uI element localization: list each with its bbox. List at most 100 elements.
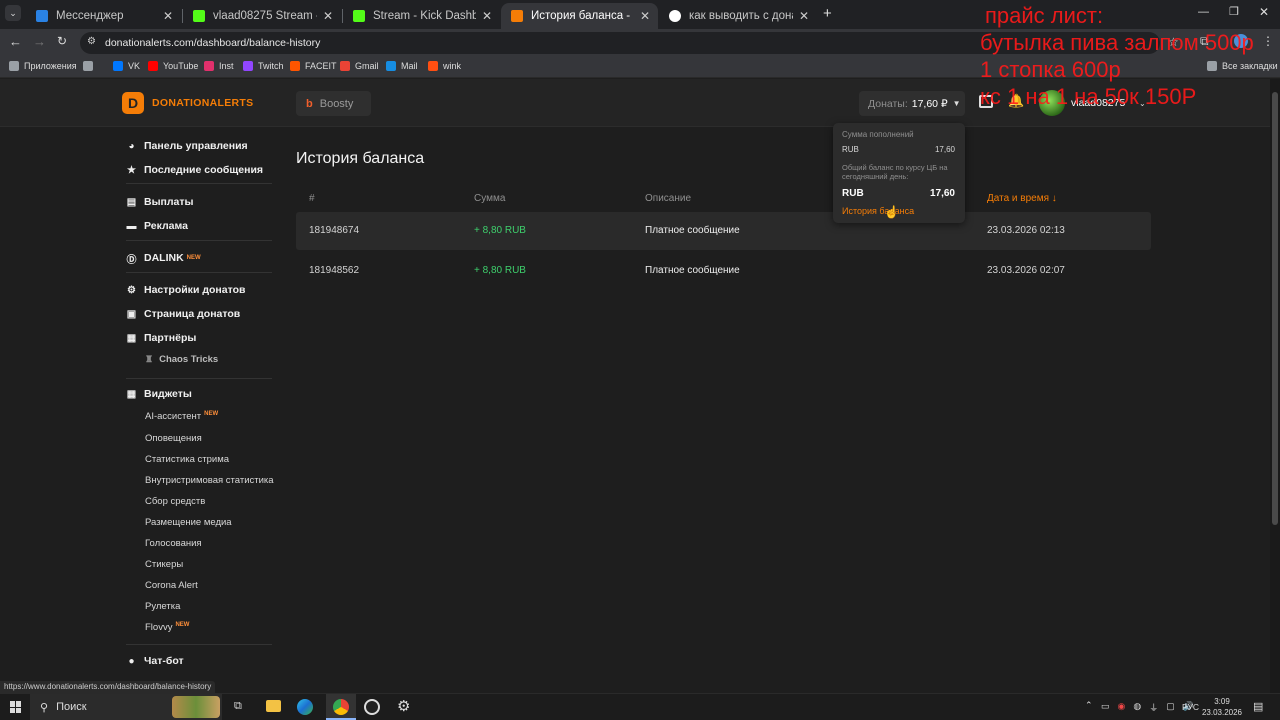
bookmark-twitch[interactable]: Twitch bbox=[243, 61, 284, 71]
clock-date: 23.03.2026 bbox=[1201, 708, 1243, 717]
boosty-icon: b bbox=[306, 97, 313, 110]
bookmark-instagram[interactable]: Inst bbox=[204, 61, 234, 71]
tab-search-button[interactable]: ⌄ bbox=[5, 5, 21, 21]
balance-popup: Сумма пополнений RUB 17,60 Общий баланс … bbox=[833, 123, 965, 223]
reload-button[interactable]: ↻ bbox=[57, 34, 67, 48]
usb-tray-icon[interactable]: ⏚ bbox=[1149, 701, 1158, 714]
donationalerts-logo-icon: D bbox=[122, 92, 144, 114]
close-icon[interactable]: ✕ bbox=[482, 9, 492, 23]
sidebar-item-ads[interactable]: ▬ Реклама bbox=[126, 220, 188, 232]
new-tab-button[interactable]: + bbox=[823, 5, 832, 22]
partners-icon: ▦ bbox=[126, 332, 137, 344]
bookmark-wink[interactable]: wink bbox=[428, 61, 461, 71]
overlay-line: 1 стопка 600р bbox=[980, 57, 1121, 82]
mail-icon bbox=[386, 61, 396, 71]
chrome-icon[interactable] bbox=[326, 694, 356, 720]
sidebar-item-donation-page[interactable]: ▣ Страница донатов bbox=[126, 308, 240, 320]
sidebar-item-messages[interactable]: ★ Последние сообщения bbox=[126, 164, 263, 176]
boosty-button[interactable]: b Boosty bbox=[296, 91, 371, 116]
bookmark-gmail[interactable]: Gmail bbox=[340, 61, 379, 71]
sidebar-item-partners[interactable]: ▦ Партнёры bbox=[126, 332, 197, 344]
donationalerts-icon bbox=[511, 10, 523, 22]
youtube-icon bbox=[148, 61, 158, 71]
total-value: 17,60 bbox=[929, 188, 955, 199]
widget-stickers[interactable]: Стикеры bbox=[145, 559, 183, 570]
tab-kick-dashboard[interactable]: Stream - Kick Dashboard ✕ bbox=[343, 3, 500, 29]
close-icon[interactable]: ✕ bbox=[799, 9, 809, 23]
donations-label: Донаты: bbox=[868, 97, 908, 110]
tab-messenger[interactable]: Мессенджер ✕ bbox=[26, 3, 181, 29]
page-icon: ▣ bbox=[126, 308, 137, 320]
url-text[interactable]: donationalerts.com/dashboard/balance-his… bbox=[105, 37, 320, 49]
windows-start-icon[interactable] bbox=[10, 701, 22, 713]
balance-history-link[interactable]: История баланса bbox=[842, 206, 914, 216]
tab-title: История баланса - DonationAlerts bbox=[531, 10, 634, 22]
edge-icon[interactable] bbox=[297, 699, 313, 715]
close-icon[interactable]: ✕ bbox=[163, 9, 173, 23]
widget-fundraising[interactable]: Сбор средств bbox=[145, 496, 205, 507]
taskbar-search[interactable]: ⚲ Поиск bbox=[30, 694, 222, 720]
faceit-icon bbox=[290, 61, 300, 71]
scroll-thumb[interactable] bbox=[1272, 92, 1278, 525]
widget-corona-alert[interactable]: Corona Alert bbox=[145, 580, 198, 591]
bookmark-vk[interactable]: VK bbox=[113, 61, 140, 71]
sidebar-item-widgets[interactable]: ▦ Виджеты bbox=[126, 388, 192, 400]
donations-balance-button[interactable]: Донаты: 17,60 ₽ ▼ bbox=[859, 91, 965, 116]
sidebar-item-chatbot[interactable]: ● Чат-бот bbox=[126, 655, 183, 667]
close-icon[interactable]: ✕ bbox=[323, 9, 333, 23]
bookmark-grid[interactable] bbox=[83, 61, 98, 71]
widget-roulette[interactable]: Рулетка bbox=[145, 601, 180, 612]
settings-gear-icon[interactable]: ⚙ bbox=[397, 697, 410, 715]
new-badge: NEW bbox=[175, 622, 190, 628]
tab-kick-stream[interactable]: vlaad08275 Stream - Watch Live ✕ bbox=[183, 3, 341, 29]
bookmark-youtube[interactable]: YouTube bbox=[148, 61, 198, 71]
back-button[interactable]: ← bbox=[9, 34, 22, 49]
bookmark-mail[interactable]: Mail bbox=[386, 61, 418, 71]
messages-icon: ★ bbox=[127, 164, 136, 176]
row-amount: + 8,80 RUB bbox=[474, 265, 526, 276]
widget-alerts[interactable]: Оповещения bbox=[145, 433, 202, 444]
bookmark-faceit[interactable]: FACEIT bbox=[290, 61, 337, 71]
widget-media[interactable]: Размещение медиа bbox=[145, 517, 232, 528]
vk-icon bbox=[113, 61, 123, 71]
widget-ai-assistant[interactable]: AI-ассистент NEW bbox=[145, 411, 218, 422]
language-indicator[interactable]: РУС bbox=[1182, 702, 1199, 712]
sidebar-item-dashboard[interactable]: ◕ Панель управления bbox=[126, 140, 247, 152]
steam-tray-icon[interactable]: ◍ bbox=[1133, 701, 1141, 714]
widget-flovvy[interactable]: Flovvy NEW bbox=[145, 622, 189, 633]
tab-title: vlaad08275 Stream - Watch Live bbox=[213, 10, 317, 22]
site-info-icon[interactable]: ⚙ bbox=[87, 36, 96, 47]
clock[interactable]: 3:09 23.03.2026 bbox=[1200, 696, 1244, 718]
network-tray-icon[interactable]: ▭ bbox=[1101, 701, 1110, 714]
sidebar-item-donation-settings[interactable]: ⚙ Настройки донатов bbox=[126, 284, 245, 296]
widget-instream-stats[interactable]: Внутристримовая статистика bbox=[145, 475, 274, 486]
close-icon[interactable]: ✕ bbox=[640, 9, 650, 23]
widget-stream-stats[interactable]: Статистика стрима bbox=[145, 454, 229, 465]
google-icon bbox=[669, 10, 681, 22]
tab-title: Stream - Kick Dashboard bbox=[373, 10, 476, 22]
tray-chevron-icon[interactable]: ⌃ bbox=[1085, 700, 1093, 711]
bookmark-apps[interactable]: Приложения bbox=[9, 61, 77, 71]
dashboard-icon: ◕ bbox=[128, 140, 135, 152]
column-datetime[interactable]: Дата и время ↓ bbox=[987, 193, 1057, 204]
column-amount: Сумма bbox=[474, 193, 506, 204]
task-view-icon[interactable]: ⧉ bbox=[234, 700, 242, 713]
tab-title: Мессенджер bbox=[56, 10, 124, 22]
forward-button[interactable]: → bbox=[33, 34, 46, 49]
sidebar-item-dalink[interactable]: Ⓓ DALINK NEW bbox=[126, 252, 201, 266]
row-amount: + 8,80 RUB bbox=[474, 225, 526, 236]
obs-icon[interactable] bbox=[364, 699, 380, 715]
widget-polls[interactable]: Голосования bbox=[145, 538, 202, 549]
monitor-tray-icon[interactable]: ▢ bbox=[1166, 701, 1175, 714]
sidebar-item-payouts[interactable]: ▤ Выплаты bbox=[126, 196, 194, 208]
tray-icons[interactable]: ▭ ◉ ◍ ⏚ ▢ 🔊 bbox=[1101, 701, 1194, 714]
explorer-icon[interactable] bbox=[266, 700, 281, 712]
discord-tray-icon[interactable]: ◉ bbox=[1118, 701, 1126, 714]
notification-icon[interactable]: ▤ bbox=[1253, 700, 1263, 713]
chaos-tricks-icon: ♜ bbox=[145, 354, 154, 364]
tab-google-search[interactable]: как выводить с донат алертс ✕ bbox=[659, 3, 817, 29]
sidebar-item-chaos-tricks[interactable]: ♜ Chaos Tricks bbox=[145, 354, 218, 365]
tab-balance-history[interactable]: История баланса - DonationAlerts ✕ bbox=[501, 3, 658, 29]
mouse-cursor-icon: ☝ bbox=[884, 205, 899, 219]
logo[interactable]: D DONATIONALERTS bbox=[122, 92, 253, 114]
